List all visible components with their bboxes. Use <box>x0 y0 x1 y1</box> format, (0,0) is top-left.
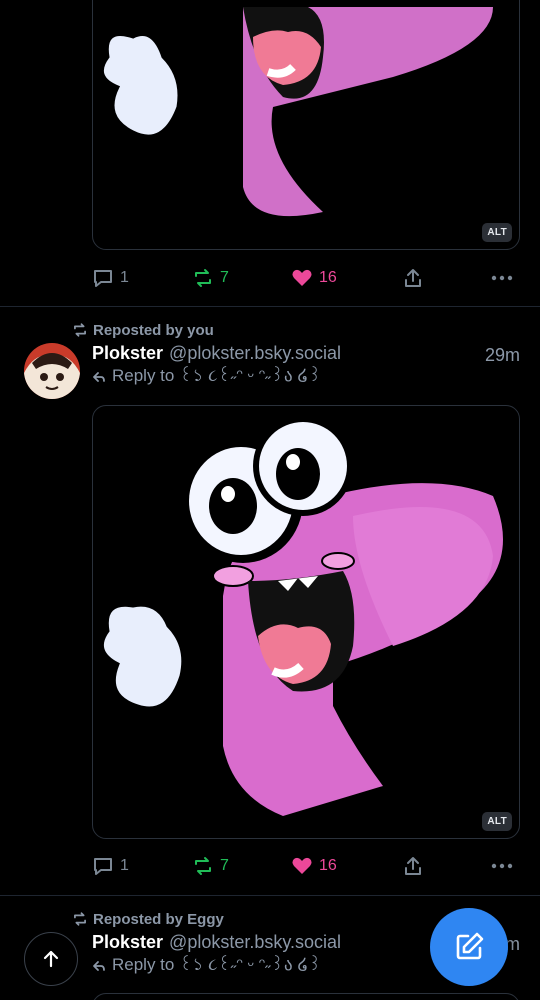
like-count: 16 <box>319 857 337 874</box>
share-button[interactable] <box>402 852 424 880</box>
reposted-by-text[interactable]: Reposted by Eggy <box>93 911 224 928</box>
post-actions: 1 7 16 <box>92 852 520 880</box>
reply-icon <box>94 858 112 875</box>
more-icon <box>491 275 513 281</box>
author-handle[interactable]: @plokster.bsky.social <box>169 932 341 953</box>
reply-arrow-icon <box>93 372 105 382</box>
like-count: 16 <box>319 269 337 286</box>
more-icon <box>491 863 513 869</box>
share-icon <box>405 857 421 875</box>
repost-button[interactable]: 7 <box>192 264 229 292</box>
reply-button[interactable]: 1 <box>92 264 129 292</box>
author-name[interactable]: Plokster <box>92 343 163 364</box>
scroll-to-top-button[interactable] <box>24 932 78 986</box>
post-divider <box>0 306 540 307</box>
author-name[interactable]: Plokster <box>92 932 163 953</box>
post-image[interactable] <box>92 993 520 1000</box>
like-button[interactable]: 16 <box>291 264 337 292</box>
reply-to-line[interactable]: Reply to ꒰১ ૮꒰˶ᵔ ᵕ ᵔ˶꒱ა ໒꒱ <box>92 366 322 388</box>
repost-icon <box>195 269 211 287</box>
reply-icon <box>94 270 112 287</box>
repost-button[interactable]: 7 <box>192 852 229 880</box>
share-icon <box>405 269 421 287</box>
mascot-image <box>100 7 493 217</box>
avatar[interactable] <box>24 343 80 399</box>
more-options-button[interactable] <box>490 264 514 292</box>
more-options-button[interactable] <box>490 852 514 880</box>
arrow-up-icon <box>43 950 59 968</box>
post-divider <box>0 895 540 896</box>
compose-button[interactable] <box>430 908 508 986</box>
repost-small-icon <box>74 323 86 337</box>
heart-icon <box>292 857 312 874</box>
reply-to-line[interactable]: Reply to ꒰১ ૮꒰˶ᵔ ᵕ ᵔ˶꒱ა ໒꒱ <box>92 955 322 977</box>
reply-count: 1 <box>120 269 129 286</box>
alt-text-badge[interactable]: ALT <box>482 223 512 242</box>
reposted-by-line: Reposted by you <box>72 320 214 340</box>
repost-small-icon <box>74 912 86 926</box>
reply-count: 1 <box>120 857 129 874</box>
repost-icon <box>195 857 211 875</box>
post-actions: 1 7 16 <box>92 264 520 292</box>
heart-icon <box>292 269 312 286</box>
like-button[interactable]: 16 <box>291 852 337 880</box>
reply-button[interactable]: 1 <box>92 852 129 880</box>
author-handle[interactable]: @plokster.bsky.social <box>169 343 341 364</box>
avatar-image <box>24 343 80 399</box>
reposted-by-line: Reposted by Eggy <box>72 909 224 929</box>
post-image[interactable]: ALT <box>92 0 520 250</box>
reply-to-text: Reply to ꒰১ ૮꒰˶ᵔ ᵕ ᵔ˶꒱ა ໒꒱ <box>112 955 322 974</box>
repost-count: 7 <box>220 269 229 286</box>
reply-arrow-icon <box>93 961 105 971</box>
alt-text-badge[interactable]: ALT <box>482 812 512 831</box>
post-timestamp[interactable]: 29m <box>485 345 520 366</box>
share-button[interactable] <box>402 264 424 292</box>
reply-to-text: Reply to ꒰১ ૮꒰˶ᵔ ᵕ ᵔ˶꒱ა ໒꒱ <box>112 366 322 385</box>
repost-count: 7 <box>220 857 229 874</box>
mascot-image <box>100 416 503 816</box>
post-image[interactable]: ALT <box>92 405 520 839</box>
reposted-by-text[interactable]: Reposted by you <box>93 322 214 339</box>
compose-icon <box>456 932 484 960</box>
